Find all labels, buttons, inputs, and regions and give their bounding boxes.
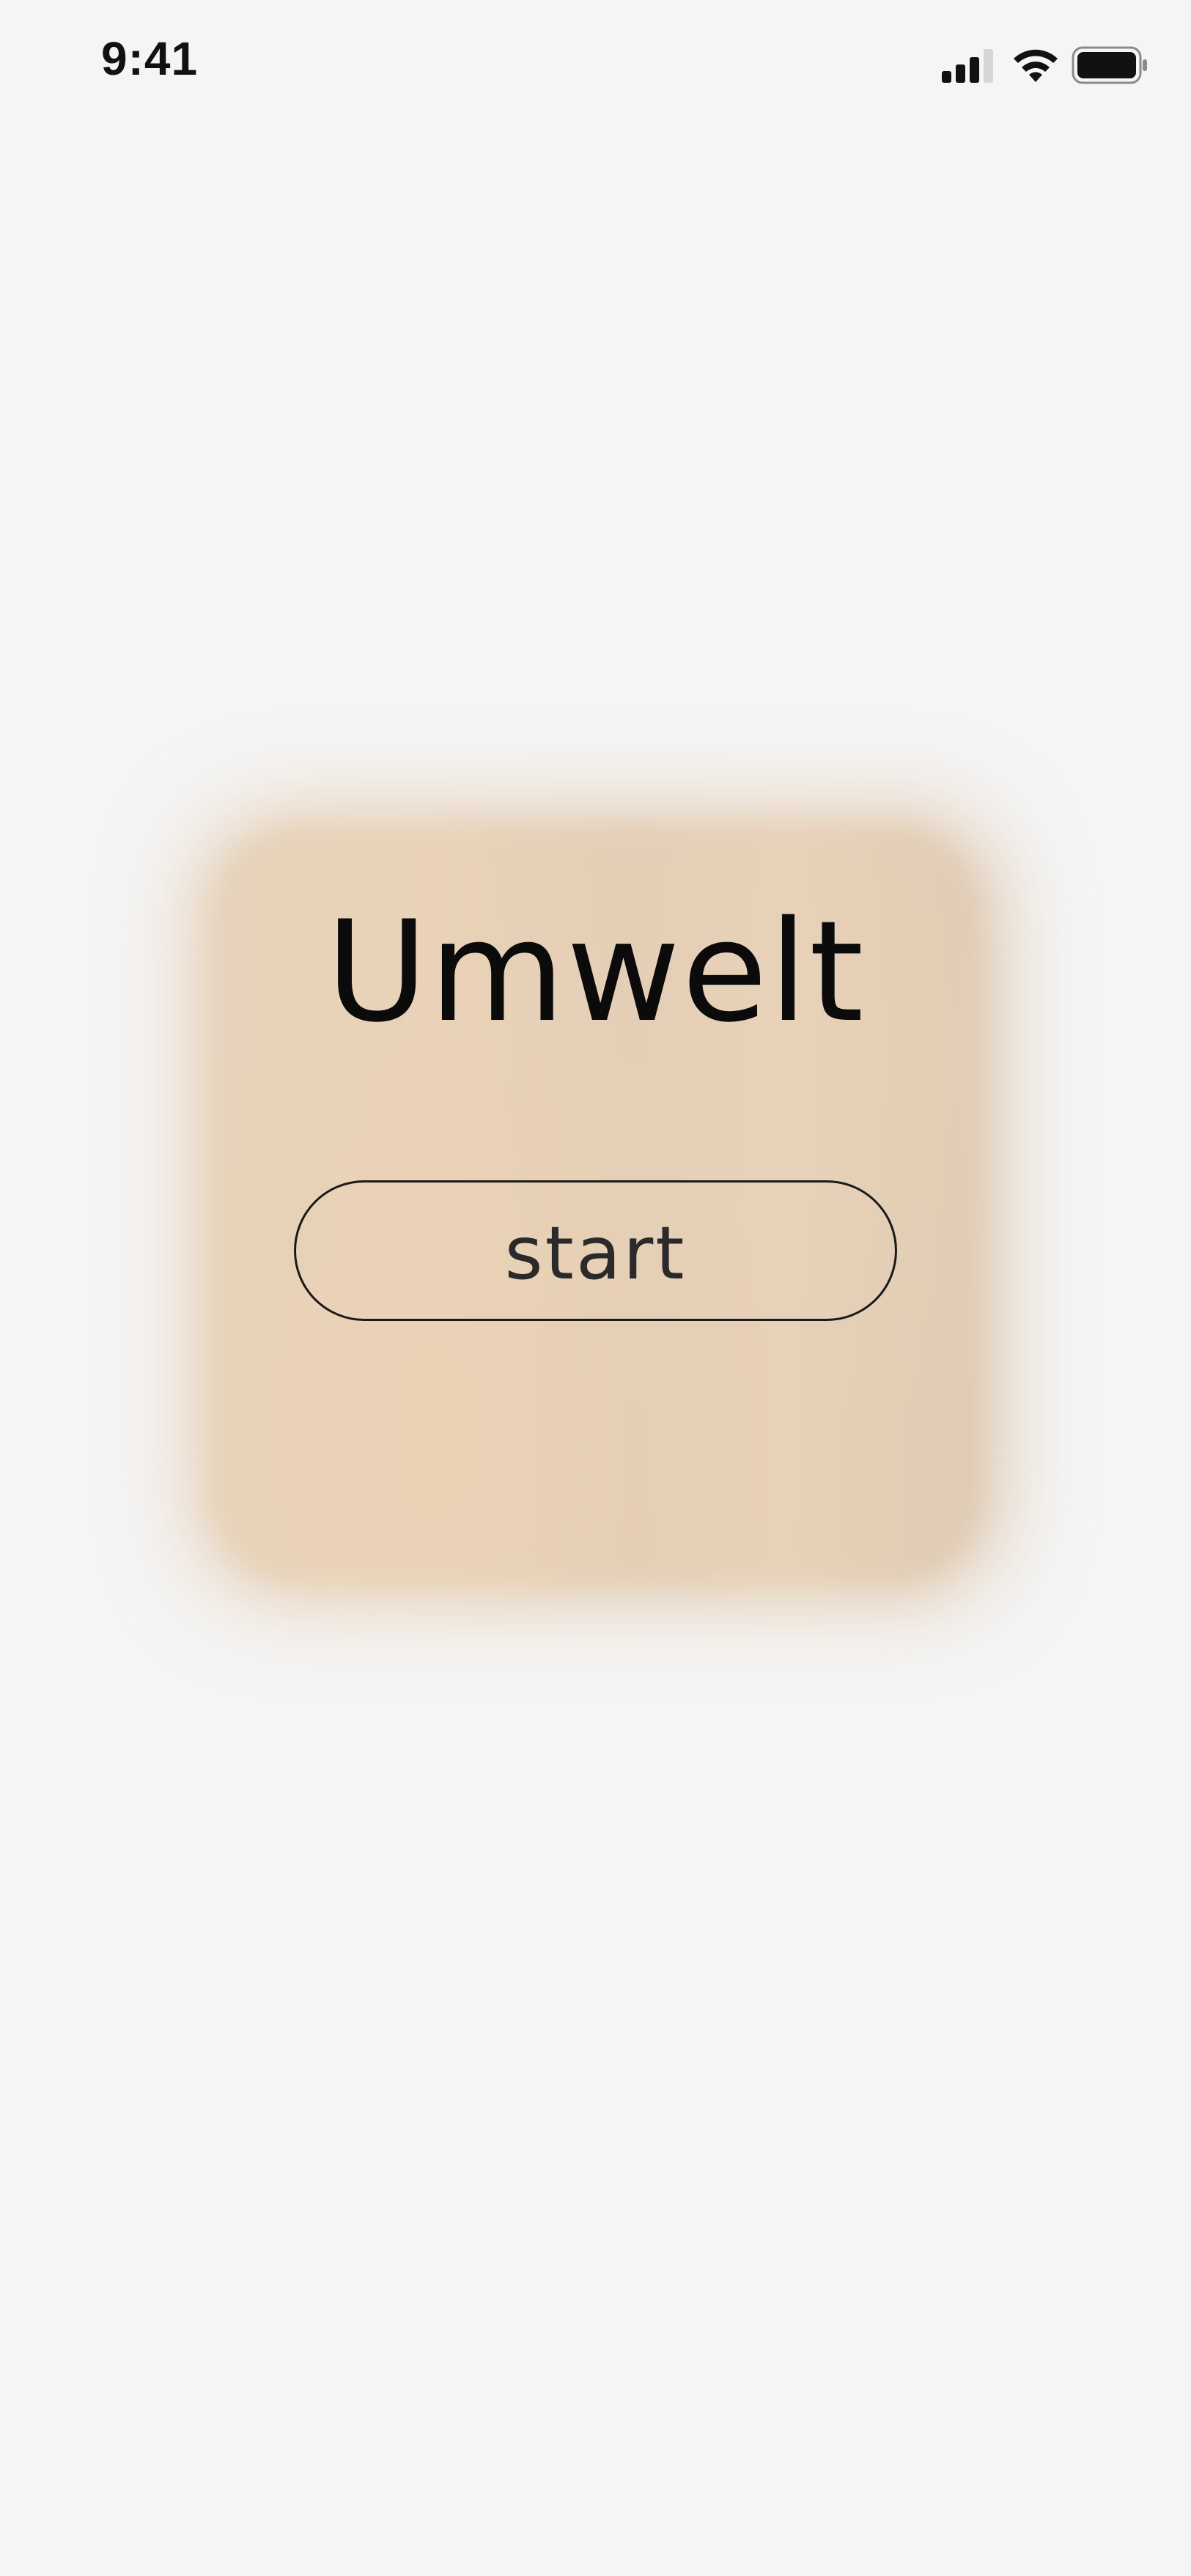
battery-icon: [1072, 46, 1147, 84]
cellular-signal-icon: [942, 49, 993, 83]
status-bar: 9:41: [0, 0, 1191, 132]
app-title: Umwelt: [325, 891, 866, 1053]
wifi-icon: [1014, 49, 1058, 82]
status-time: 9:41: [101, 32, 199, 85]
launch-screen: 9:41 Umwelt start: [0, 0, 1191, 2576]
start-button-label: start: [504, 1210, 687, 1296]
start-button[interactable]: start: [294, 1180, 897, 1321]
